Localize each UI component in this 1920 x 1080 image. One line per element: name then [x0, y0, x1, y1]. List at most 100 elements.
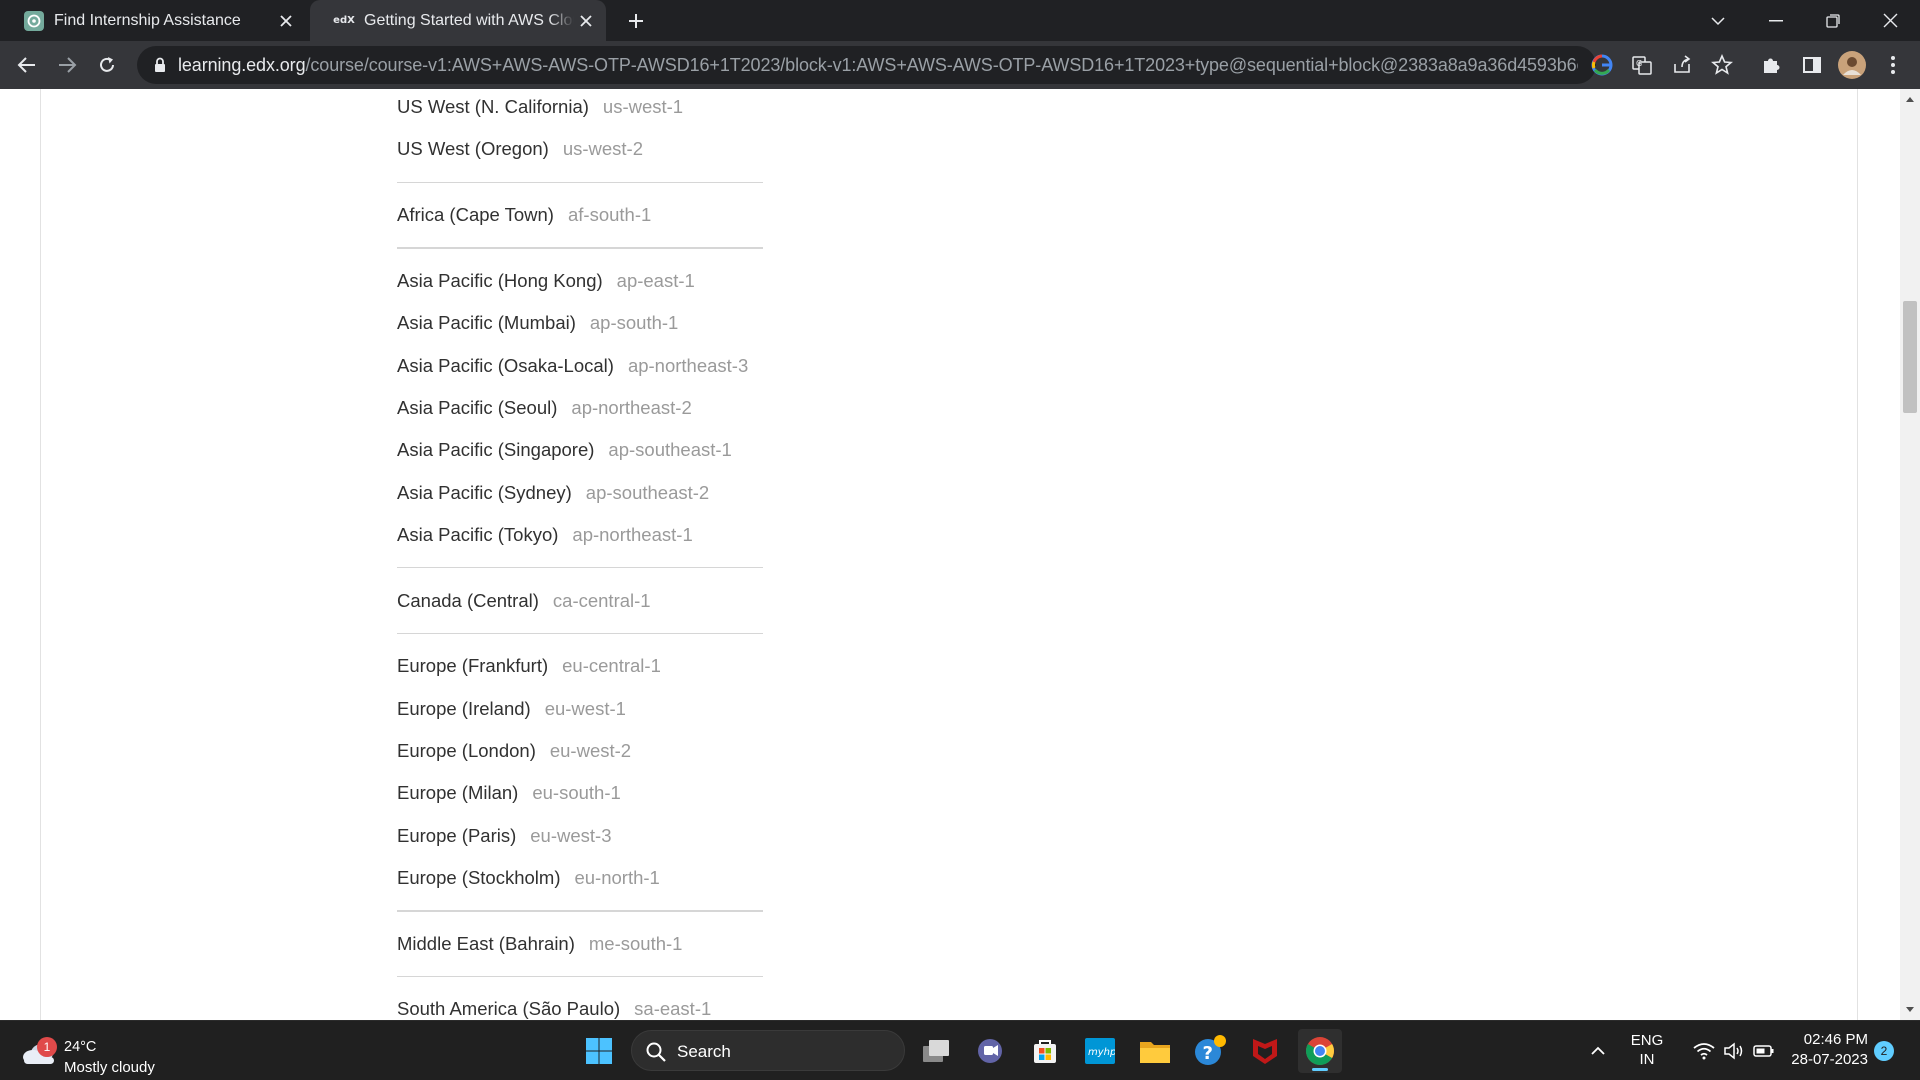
region-name: Asia Pacific (Sydney): [397, 481, 572, 503]
active-app-indicator: [1312, 1068, 1328, 1071]
file-explorer-icon: [1140, 1042, 1170, 1063]
tab-find-internship[interactable]: Find Internship Assistance: [0, 0, 306, 41]
weather-alert-badge: 1: [37, 1037, 57, 1057]
group-divider: [397, 181, 763, 184]
show-hidden-icons-button[interactable]: [1574, 1029, 1622, 1073]
profile-avatar[interactable]: [1836, 49, 1868, 81]
forward-button[interactable]: [51, 49, 83, 81]
edx-favicon-text: edX: [333, 15, 355, 26]
back-button[interactable]: [11, 49, 43, 81]
group-divider: [397, 247, 763, 249]
region-name: Middle East (Bahrain): [397, 932, 575, 954]
svg-text:myhp: myhp: [1088, 1047, 1115, 1058]
scrollbar-thumb[interactable]: [1903, 301, 1917, 413]
task-view-button[interactable]: [914, 1029, 958, 1073]
chevron-up-icon: [1591, 1046, 1605, 1055]
group-divider: [397, 632, 763, 635]
reload-icon: [100, 57, 114, 72]
file-explorer-button[interactable]: [1133, 1029, 1177, 1073]
url-host: learning.edx.org: [178, 55, 306, 75]
google-lens-button[interactable]: [1586, 49, 1618, 81]
region-code: ca-central-1: [552, 589, 651, 611]
region-code: ap-south-1: [589, 312, 679, 334]
region-name: Asia Pacific (Osaka-Local): [397, 354, 614, 376]
restore-button[interactable]: [1805, 0, 1861, 41]
browser-tab-strip: Find Internship Assistance edX Getting S…: [0, 0, 1920, 41]
region-code: eu-south-1: [532, 782, 621, 804]
kebab-menu-icon: [1891, 56, 1895, 74]
chrome-taskbar-button[interactable]: [1298, 1029, 1342, 1073]
region-row: Europe (Frankfurt) eu-central-1: [397, 645, 763, 687]
mcafee-button[interactable]: [1243, 1029, 1287, 1073]
region-code: us-west-2: [562, 138, 644, 160]
svg-text:G: G: [1636, 59, 1642, 68]
share-button[interactable]: [1666, 49, 1698, 81]
windows-taskbar: 1 24°C Mostly cloudy Search myhp ? ENG I…: [0, 1020, 1920, 1080]
scroll-down-arrow[interactable]: [1900, 1000, 1920, 1020]
minimize-icon: [1769, 19, 1783, 21]
teams-chat-button[interactable]: [968, 1029, 1012, 1073]
minimize-button[interactable]: [1748, 0, 1804, 41]
region-name: Europe (Stockholm): [397, 866, 561, 888]
chatgpt-icon: [24, 10, 44, 31]
bookmark-button[interactable]: [1706, 49, 1738, 81]
region-code: ap-northeast-3: [627, 354, 749, 376]
close-window-button[interactable]: [1862, 0, 1918, 41]
region-name: Europe (London): [397, 740, 536, 761]
region-row: Asia Pacific (Tokyo) ap-northeast-1: [397, 514, 763, 556]
triangle-up-icon: [1906, 97, 1914, 102]
language-code: ENG: [1630, 1032, 1664, 1049]
clock[interactable]: 02:46 PM 28-07-2023: [1788, 1031, 1868, 1068]
notification-count-badge[interactable]: 2: [1874, 1041, 1894, 1061]
extensions-button[interactable]: [1755, 49, 1787, 81]
taskbar-search-box[interactable]: Search: [631, 1030, 905, 1071]
tab-title: Find Internship Assistance: [54, 11, 241, 29]
region-name: US West (Oregon): [397, 138, 549, 160]
restore-icon: [1826, 13, 1840, 28]
share-icon: [1674, 55, 1691, 73]
region-code: ap-southeast-2: [585, 481, 710, 503]
tab-search-button[interactable]: [1690, 0, 1746, 41]
close-tab-icon[interactable]: [574, 9, 598, 33]
language-indicator[interactable]: ENG IN: [1622, 1032, 1672, 1068]
weather-widget[interactable]: 1 24°C Mostly cloudy: [20, 1029, 180, 1076]
back-arrow-icon: [17, 57, 35, 73]
side-panel-button[interactable]: [1796, 49, 1828, 81]
chrome-menu-button[interactable]: [1877, 49, 1909, 81]
region-name: South America (São Paulo): [397, 998, 621, 1020]
language-region: IN: [1639, 1051, 1655, 1068]
microsoft-store-icon: [1034, 1040, 1056, 1063]
region-name: Asia Pacific (Seoul): [397, 396, 558, 418]
region-row: US West (Oregon) us-west-2: [397, 128, 763, 170]
tab-getting-started-aws[interactable]: edX Getting Started with AWS Cloud | edX: [310, 0, 606, 41]
clock-time: 02:46 PM: [1803, 1031, 1868, 1048]
region-row: Europe (Milan) eu-south-1: [397, 772, 763, 814]
region-code: me-south-1: [588, 932, 683, 954]
page-scrollbar[interactable]: [1900, 89, 1920, 1020]
file-explorer-view-icon: [923, 1040, 949, 1062]
region-row: Europe (Paris) eu-west-3: [397, 814, 763, 856]
region-code: ap-southeast-1: [608, 439, 732, 461]
close-tab-icon[interactable]: [274, 9, 298, 33]
myhp-button[interactable]: myhp: [1078, 1029, 1122, 1073]
group-divider: [397, 910, 763, 912]
tab-title: Getting Started with AWS Cloud | edX: [364, 11, 574, 29]
region-code: ap-northeast-1: [572, 523, 693, 545]
get-help-button[interactable]: ?: [1188, 1029, 1232, 1073]
region-code: af-south-1: [567, 204, 652, 226]
region-row: Europe (London) eu-west-2: [397, 730, 763, 772]
windows-logo-icon: [586, 1038, 612, 1064]
region-name: Europe (Ireland): [397, 697, 531, 719]
reload-button[interactable]: [91, 49, 123, 81]
system-tray-status[interactable]: [1684, 1029, 1784, 1073]
translate-button[interactable]: G: [1626, 49, 1658, 81]
content-frame-border: [1857, 89, 1858, 1020]
scroll-up-arrow[interactable]: [1900, 89, 1920, 109]
region-name: Asia Pacific (Tokyo): [397, 523, 559, 545]
microsoft-store-button[interactable]: [1023, 1029, 1067, 1073]
address-bar[interactable]: learning.edx.org/course/course-v1:AWS+AW…: [137, 46, 1596, 84]
region-code: eu-west-2: [549, 740, 632, 761]
start-button[interactable]: [577, 1029, 621, 1073]
new-tab-button[interactable]: [620, 6, 652, 36]
close-icon: [1883, 13, 1897, 28]
